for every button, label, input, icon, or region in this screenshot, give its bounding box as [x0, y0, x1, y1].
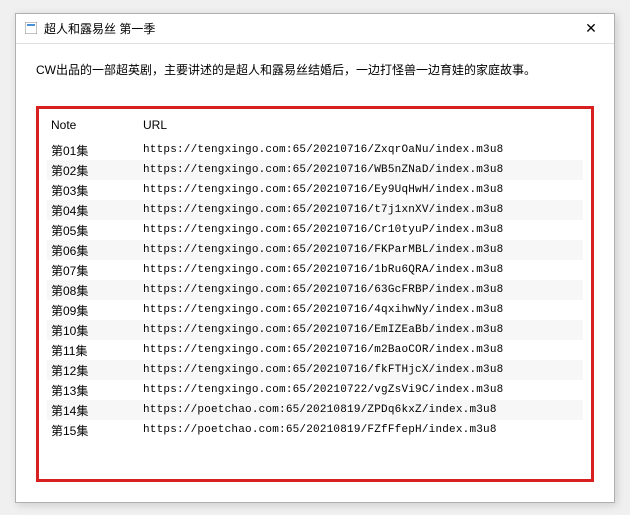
table-row[interactable]: 第05集https://tengxingo.com:65/20210716/Cr…	[47, 220, 583, 240]
close-button[interactable]: ✕	[576, 14, 606, 43]
episode-url: https://tengxingo.com:65/20210716/WB5nZN…	[139, 160, 583, 180]
episode-note: 第09集	[47, 300, 139, 320]
content-area: CW出品的一部超英剧，主要讲述的是超人和露易丝结婚后，一边打怪兽一边育娃的家庭故…	[16, 44, 614, 502]
episode-table: Note URL 第01集https://tengxingo.com:65/20…	[47, 115, 583, 440]
table-row[interactable]: 第09集https://tengxingo.com:65/20210716/4q…	[47, 300, 583, 320]
table-row[interactable]: 第08集https://tengxingo.com:65/20210716/63…	[47, 280, 583, 300]
episode-note: 第03集	[47, 180, 139, 200]
table-row[interactable]: 第01集https://tengxingo.com:65/20210716/Zx…	[47, 140, 583, 160]
header-url[interactable]: URL	[139, 115, 583, 140]
window-frame: 超人和露易丝 第一季 ✕ CW出品的一部超英剧，主要讲述的是超人和露易丝结婚后，…	[15, 13, 615, 503]
table-row[interactable]: 第04集https://tengxingo.com:65/20210716/t7…	[47, 200, 583, 220]
episode-note: 第07集	[47, 260, 139, 280]
episode-note: 第02集	[47, 160, 139, 180]
episode-note: 第13集	[47, 380, 139, 400]
episode-note: 第04集	[47, 200, 139, 220]
title-bar[interactable]: 超人和露易丝 第一季 ✕	[16, 14, 614, 44]
table-row[interactable]: 第12集https://tengxingo.com:65/20210716/fk…	[47, 360, 583, 380]
episode-note: 第01集	[47, 140, 139, 160]
episode-note: 第06集	[47, 240, 139, 260]
table-row[interactable]: 第06集https://tengxingo.com:65/20210716/FK…	[47, 240, 583, 260]
table-row[interactable]: 第10集https://tengxingo.com:65/20210716/Em…	[47, 320, 583, 340]
episode-url: https://tengxingo.com:65/20210716/fkFTHj…	[139, 360, 583, 380]
episode-note: 第12集	[47, 360, 139, 380]
description-text: CW出品的一部超英剧，主要讲述的是超人和露易丝结婚后，一边打怪兽一边育娃的家庭故…	[36, 62, 594, 79]
episode-note: 第10集	[47, 320, 139, 340]
episode-url: https://tengxingo.com:65/20210716/4qxihw…	[139, 300, 583, 320]
episode-note: 第05集	[47, 220, 139, 240]
episode-url: https://tengxingo.com:65/20210716/Ey9UqH…	[139, 180, 583, 200]
episode-url: https://tengxingo.com:65/20210716/63GcFR…	[139, 280, 583, 300]
table-header-row: Note URL	[47, 115, 583, 140]
episode-url: https://tengxingo.com:65/20210716/m2BaoC…	[139, 340, 583, 360]
episode-url: https://tengxingo.com:65/20210722/vgZsVi…	[139, 380, 583, 400]
table-row[interactable]: 第07集https://tengxingo.com:65/20210716/1b…	[47, 260, 583, 280]
window-title: 超人和露易丝 第一季	[44, 20, 576, 37]
header-note[interactable]: Note	[47, 115, 139, 140]
table-row[interactable]: 第13集https://tengxingo.com:65/20210722/vg…	[47, 380, 583, 400]
table-row[interactable]: 第14集https://poetchao.com:65/20210819/ZPD…	[47, 400, 583, 420]
episode-url: https://poetchao.com:65/20210819/ZPDq6kx…	[139, 400, 583, 420]
table-row[interactable]: 第11集https://tengxingo.com:65/20210716/m2…	[47, 340, 583, 360]
table-row[interactable]: 第03集https://tengxingo.com:65/20210716/Ey…	[47, 180, 583, 200]
episode-url: https://poetchao.com:65/20210819/FZfFfep…	[139, 420, 583, 440]
table-row[interactable]: 第15集https://poetchao.com:65/20210819/FZf…	[47, 420, 583, 440]
table-row[interactable]: 第02集https://tengxingo.com:65/20210716/WB…	[47, 160, 583, 180]
episode-note: 第08集	[47, 280, 139, 300]
app-icon	[24, 21, 38, 35]
episode-url: https://tengxingo.com:65/20210716/FKParM…	[139, 240, 583, 260]
episode-note: 第15集	[47, 420, 139, 440]
episode-url: https://tengxingo.com:65/20210716/ZxqrOa…	[139, 140, 583, 160]
episode-url: https://tengxingo.com:65/20210716/t7j1xn…	[139, 200, 583, 220]
episode-url: https://tengxingo.com:65/20210716/1bRu6Q…	[139, 260, 583, 280]
table-highlight-box: Note URL 第01集https://tengxingo.com:65/20…	[36, 106, 594, 481]
episode-note: 第14集	[47, 400, 139, 420]
episode-url: https://tengxingo.com:65/20210716/EmIZEa…	[139, 320, 583, 340]
episode-note: 第11集	[47, 340, 139, 360]
episode-url: https://tengxingo.com:65/20210716/Cr10ty…	[139, 220, 583, 240]
